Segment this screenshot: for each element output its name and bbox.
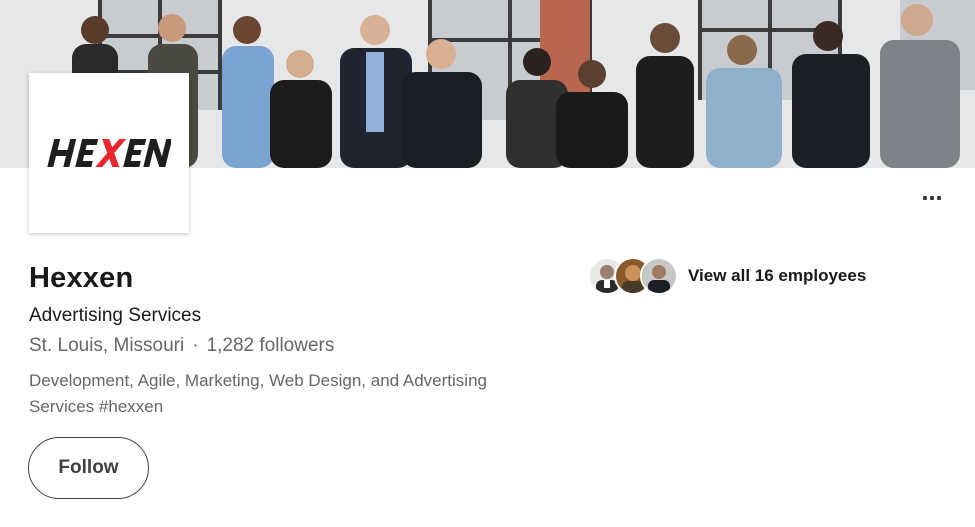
view-employees-label: View all 16 employees bbox=[688, 266, 867, 285]
ellipsis-icon bbox=[930, 196, 934, 200]
hexen-logo-mark bbox=[47, 139, 171, 167]
more-options-button[interactable] bbox=[912, 186, 952, 210]
view-employees-link[interactable]: View all 16 employees bbox=[588, 256, 866, 296]
follower-count[interactable]: 1,282 followers bbox=[207, 335, 335, 356]
company-meta: St. Louis, Missouri · 1,282 followers bbox=[29, 335, 334, 357]
company-industry: Advertising Services bbox=[29, 305, 202, 326]
company-location: St. Louis, Missouri bbox=[29, 335, 185, 356]
ellipsis-icon bbox=[923, 196, 927, 200]
company-tagline: Development, Agile, Marketing, Web Desig… bbox=[29, 371, 487, 416]
follow-button[interactable]: Follow bbox=[28, 437, 149, 499]
ellipsis-icon bbox=[937, 196, 941, 200]
company-name: Hexxen bbox=[29, 262, 134, 294]
company-logo[interactable] bbox=[29, 73, 189, 233]
meta-separator: · bbox=[192, 335, 199, 356]
employee-avatars bbox=[588, 256, 680, 296]
avatar bbox=[640, 257, 678, 295]
